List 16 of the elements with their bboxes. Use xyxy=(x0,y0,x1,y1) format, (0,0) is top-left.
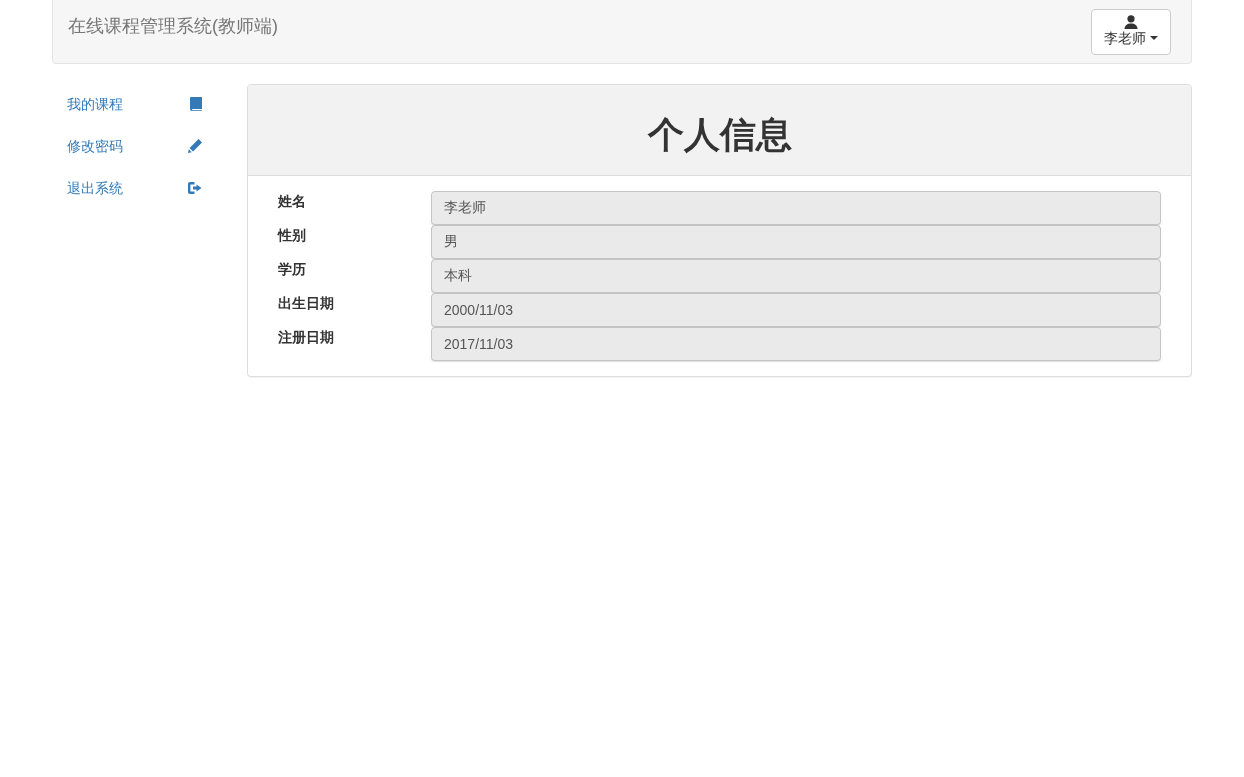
field-label: 学历 xyxy=(278,260,307,279)
field-label: 姓名 xyxy=(278,192,307,211)
field-label: 出生日期 xyxy=(278,294,335,313)
sidebar-link[interactable]: 修改密码 xyxy=(52,126,217,166)
app-title: 在线课程管理系统(教师端) xyxy=(67,15,279,38)
sidebar-link[interactable]: 退出系统 xyxy=(52,168,217,208)
book-icon xyxy=(190,97,202,111)
page-title: 个人信息 xyxy=(647,115,792,155)
field-label: 性别 xyxy=(278,226,307,245)
person-icon xyxy=(1124,15,1138,29)
logout-icon xyxy=(188,182,202,194)
field-label: 注册日期 xyxy=(278,328,335,347)
sidebar-link[interactable]: 我的课程 xyxy=(52,84,217,124)
user-menu-button[interactable]: 李老师 xyxy=(1091,9,1171,55)
pencil-icon xyxy=(188,139,202,153)
caret-icon xyxy=(1150,36,1158,40)
